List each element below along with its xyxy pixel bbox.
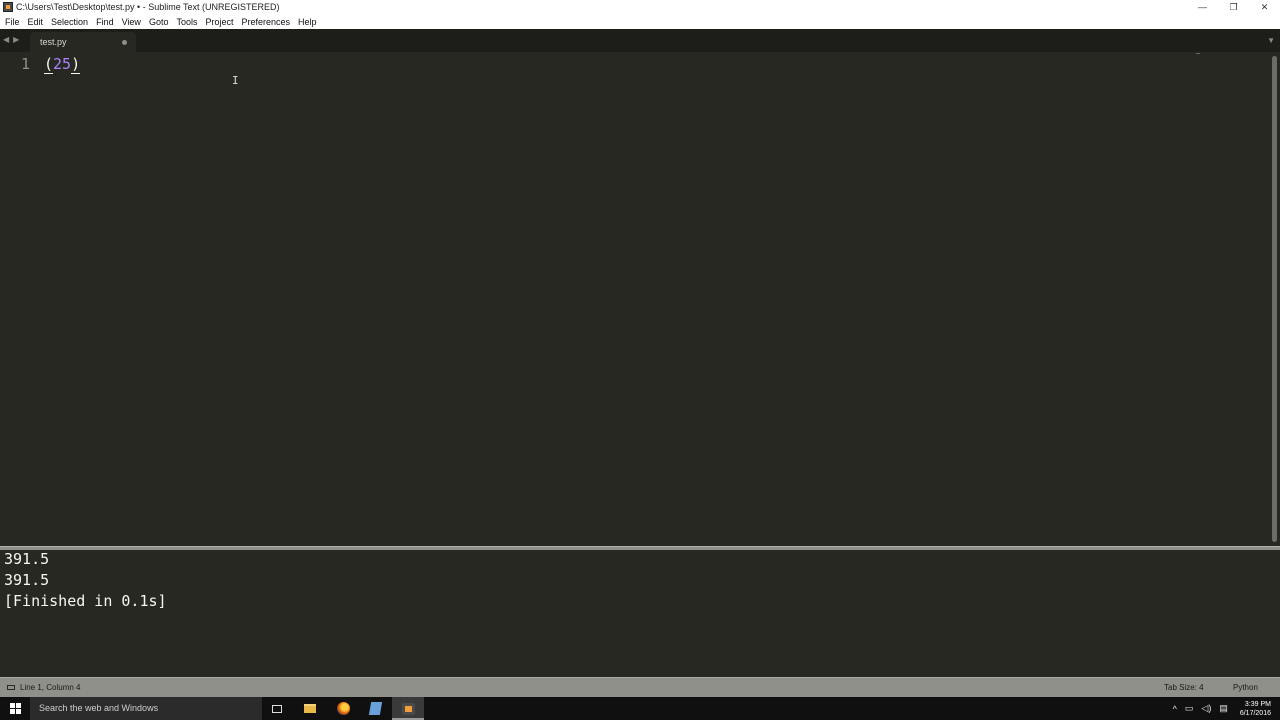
menu-find[interactable]: Find bbox=[93, 17, 117, 27]
firefox-button[interactable] bbox=[333, 700, 353, 717]
system-tray: ^ ▭ ◁) ▤ 3:39 PM 6/17/2016 bbox=[1173, 697, 1280, 720]
build-output-panel[interactable]: 391.5 391.5 [Finished in 0.1s] bbox=[0, 550, 1280, 677]
number-literal: 25 bbox=[53, 55, 72, 73]
syntax-selector[interactable]: Python bbox=[1233, 683, 1258, 692]
tab-navigation: ◀ ▶ bbox=[3, 35, 19, 44]
open-paren: ( bbox=[44, 55, 54, 74]
clock-time: 3:39 PM bbox=[1244, 700, 1271, 708]
scrollbar-thumb[interactable] bbox=[1272, 56, 1277, 542]
clock-date: 6/17/2016 bbox=[1239, 709, 1271, 717]
clock[interactable]: 3:39 PM 6/17/2016 bbox=[1240, 700, 1271, 718]
sublime-app-icon[interactable] bbox=[3, 2, 13, 12]
app-button[interactable] bbox=[365, 700, 385, 717]
window-controls: — ❐ ✕ bbox=[1187, 0, 1280, 14]
menu-tools[interactable]: Tools bbox=[173, 17, 200, 27]
cursor-position: Line 1, Column 4 bbox=[20, 683, 81, 692]
search-placeholder: Search the web and Windows bbox=[39, 703, 159, 713]
panel-toggle-icon[interactable] bbox=[7, 685, 15, 690]
window-title: C:\Users\Test\Desktop\test.py • - Sublim… bbox=[16, 2, 280, 12]
close-paren: ) bbox=[71, 55, 81, 74]
app-icon bbox=[368, 702, 382, 715]
code-line[interactable]: (25) bbox=[44, 55, 81, 74]
tab-list-dropdown-icon[interactable]: ▼ bbox=[1267, 36, 1275, 45]
title-bar: C:\Users\Test\Desktop\test.py • - Sublim… bbox=[0, 0, 1280, 14]
editor-scrollbar[interactable] bbox=[1270, 52, 1280, 546]
menu-preferences[interactable]: Preferences bbox=[238, 17, 293, 27]
status-bar: Line 1, Column 4 Tab Size: 4 Python bbox=[0, 677, 1280, 697]
sublime-taskbar-button[interactable] bbox=[392, 697, 424, 720]
text-cursor-icon: I bbox=[232, 74, 239, 87]
volume-icon[interactable]: ◁) bbox=[1201, 703, 1211, 714]
tab-test-py[interactable]: test.py bbox=[30, 32, 136, 52]
tab-size-selector[interactable]: Tab Size: 4 bbox=[1164, 683, 1204, 692]
show-hidden-icons-icon[interactable]: ^ bbox=[1173, 704, 1177, 714]
editor-area[interactable]: 1 (25) I bbox=[0, 52, 1280, 546]
minimize-button[interactable]: — bbox=[1187, 0, 1218, 14]
sublime-text-icon bbox=[401, 702, 415, 715]
menu-help[interactable]: Help bbox=[295, 17, 320, 27]
windows-start-icon bbox=[9, 703, 21, 714]
unsaved-dot-icon[interactable] bbox=[122, 40, 127, 45]
menu-view[interactable]: View bbox=[119, 17, 144, 27]
menu-bar: File Edit Selection Find View Goto Tools… bbox=[0, 14, 1280, 29]
tab-label: test.py bbox=[40, 37, 67, 47]
tab-back-icon[interactable]: ◀ bbox=[3, 35, 9, 44]
task-view-button[interactable] bbox=[267, 700, 287, 717]
sublime-text-icon-wrap bbox=[398, 700, 418, 717]
file-explorer-icon bbox=[304, 704, 316, 713]
task-view-icon bbox=[272, 704, 282, 713]
tab-forward-icon[interactable]: ▶ bbox=[13, 35, 19, 44]
close-button[interactable]: ✕ bbox=[1249, 0, 1280, 14]
action-center-icon[interactable]: ▤ bbox=[1219, 703, 1228, 714]
firefox-icon bbox=[336, 702, 350, 715]
file-explorer-button[interactable] bbox=[300, 700, 320, 717]
minimap-marker bbox=[1196, 53, 1200, 54]
start-button[interactable] bbox=[0, 697, 30, 720]
output-finished-line: [Finished in 0.1s] bbox=[4, 592, 167, 610]
taskbar-search[interactable]: Search the web and Windows bbox=[30, 697, 262, 720]
tab-bar: ◀ ▶ test.py ▼ bbox=[0, 29, 1280, 52]
output-line: 391.5 bbox=[4, 571, 50, 589]
line-gutter: 1 bbox=[0, 52, 40, 546]
network-icon[interactable]: ▭ bbox=[1185, 703, 1194, 714]
menu-file[interactable]: File bbox=[2, 17, 23, 27]
menu-edit[interactable]: Edit bbox=[25, 17, 47, 27]
restore-button[interactable]: ❐ bbox=[1218, 0, 1249, 14]
windows-taskbar: Search the web and Windows ^ ▭ ◁) ▤ 3:39… bbox=[0, 697, 1280, 720]
output-line: 391.5 bbox=[4, 550, 50, 568]
menu-project[interactable]: Project bbox=[202, 17, 236, 27]
menu-goto[interactable]: Goto bbox=[146, 17, 172, 27]
line-number: 1 bbox=[20, 55, 30, 73]
menu-selection[interactable]: Selection bbox=[48, 17, 91, 27]
